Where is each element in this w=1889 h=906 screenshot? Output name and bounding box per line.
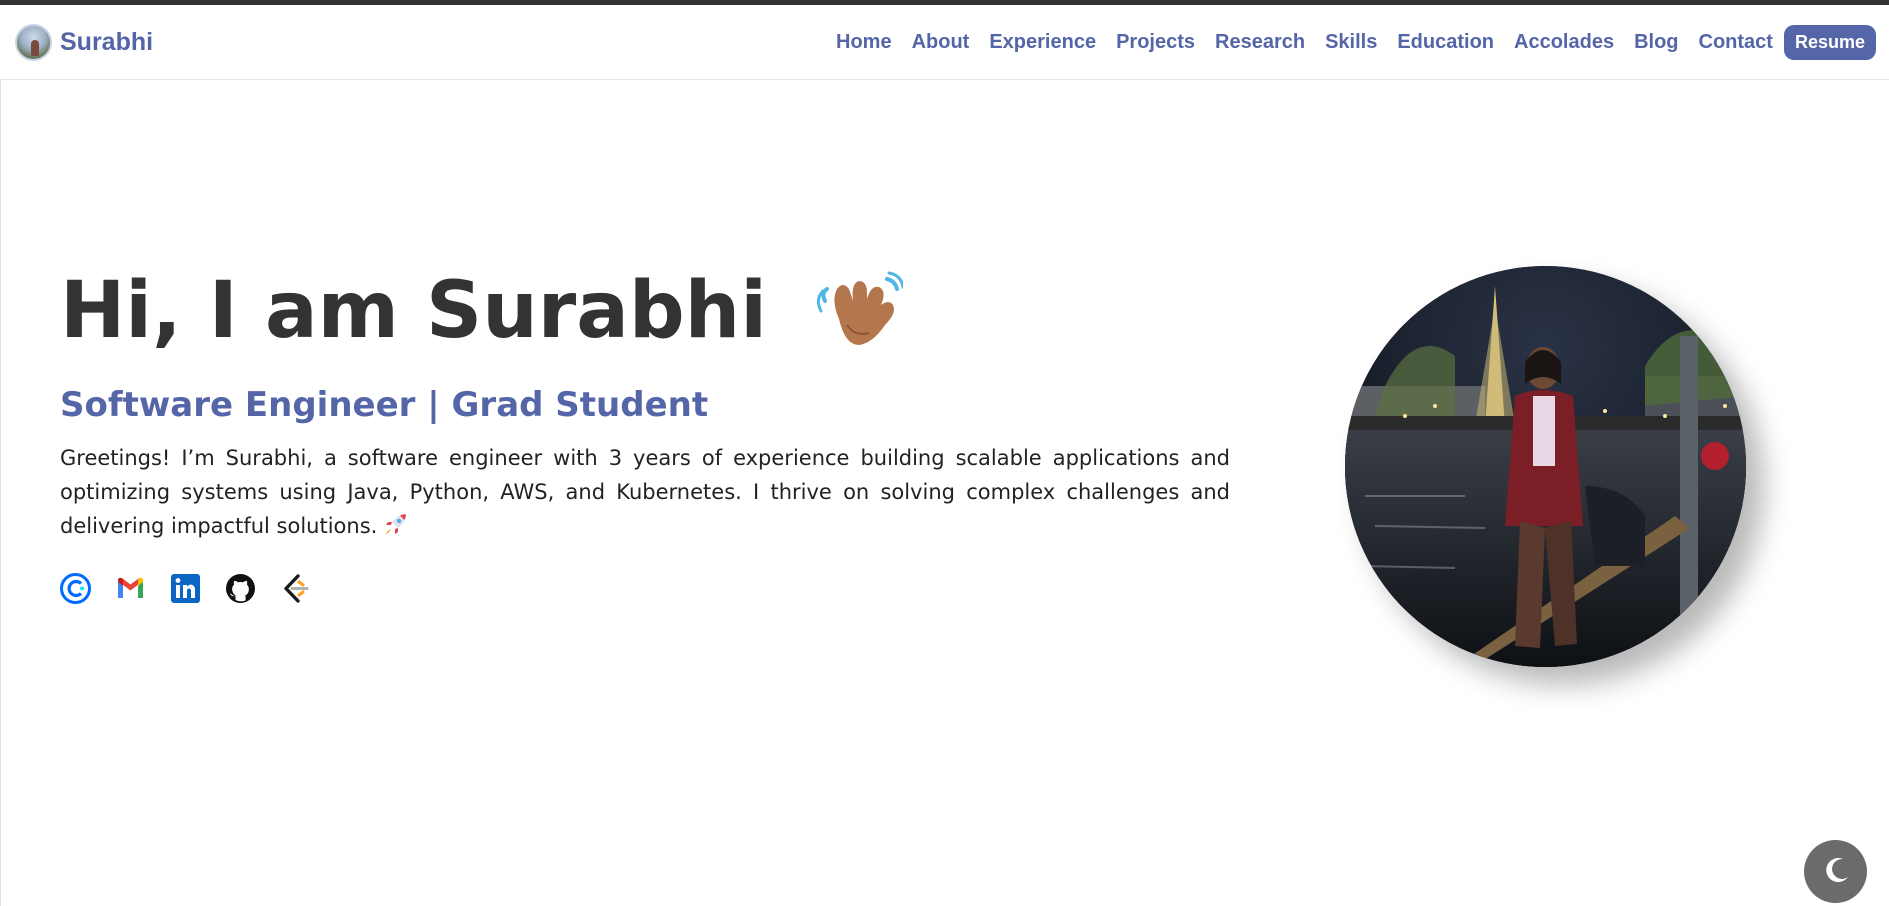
social-links — [60, 573, 1230, 604]
gmail-icon[interactable] — [115, 573, 146, 604]
brand-name: Surabhi — [60, 27, 154, 56]
calendly-icon[interactable] — [60, 573, 91, 604]
nav-link-skills[interactable]: Skills — [1315, 31, 1387, 54]
resume-button[interactable]: Resume — [1783, 24, 1876, 60]
hero-title-text: Hi, I am Surabhi — [60, 266, 767, 356]
brand-link[interactable]: Surabhi — [15, 23, 154, 61]
hero-title: Hi, I am Surabhi — [60, 265, 1230, 357]
nav-link-about[interactable]: About — [902, 31, 980, 54]
nav-link-contact[interactable]: Contact — [1689, 31, 1783, 54]
theme-toggle-button[interactable] — [1804, 840, 1867, 903]
page-edge — [0, 80, 1, 906]
hero-section: Hi, I am Surabhi Software Engineer | Gra… — [60, 265, 1230, 604]
moon-icon — [1821, 855, 1851, 889]
nav-link-accolades[interactable]: Accolades — [1504, 31, 1624, 54]
nav-link-blog[interactable]: Blog — [1624, 31, 1688, 54]
profile-photo — [1345, 266, 1746, 667]
nav-link-education[interactable]: Education — [1387, 31, 1504, 54]
navbar: Surabhi Home About Experience Projects R… — [0, 5, 1889, 80]
brand-avatar — [15, 23, 52, 61]
waving-hand-icon — [816, 271, 905, 351]
nav-link-research[interactable]: Research — [1205, 31, 1315, 54]
hero-description-text: Greetings! I’m Surabhi, a software engin… — [60, 446, 1230, 538]
nav-menu: Home About Experience Projects Research … — [826, 24, 1876, 60]
nav-link-experience[interactable]: Experience — [979, 31, 1106, 54]
nav-link-projects[interactable]: Projects — [1106, 31, 1205, 54]
nav-link-home[interactable]: Home — [826, 31, 902, 54]
rocket-icon — [383, 511, 409, 537]
leetcode-icon[interactable] — [280, 573, 311, 604]
hero-description: Greetings! I’m Surabhi, a software engin… — [60, 441, 1230, 543]
hero-subtitle: Software Engineer | Grad Student — [60, 385, 709, 425]
github-icon[interactable] — [225, 573, 256, 604]
linkedin-icon[interactable] — [170, 573, 201, 604]
